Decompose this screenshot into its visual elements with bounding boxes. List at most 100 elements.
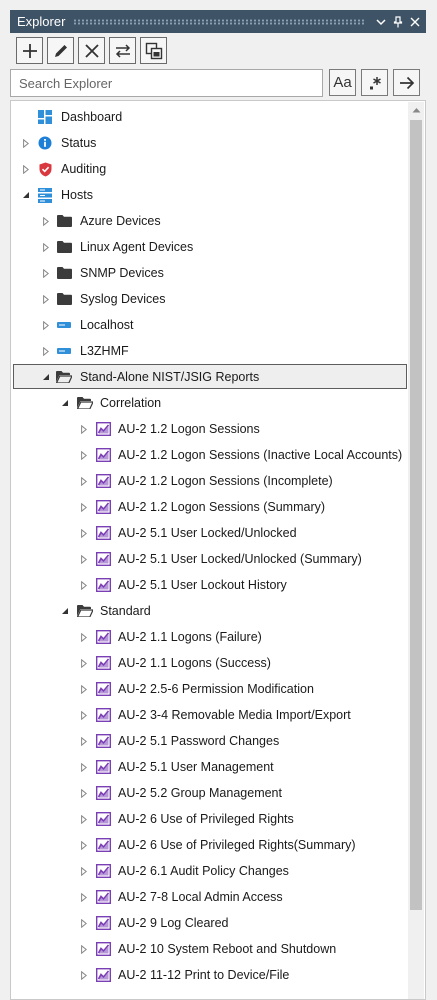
- collapsed-arrow-icon[interactable]: [41, 242, 51, 252]
- tree-item-label: Standard: [100, 604, 151, 618]
- collapsed-arrow-icon[interactable]: [79, 554, 89, 564]
- tree-item[interactable]: AU-2 6 Use of Privileged Rights(Summary): [11, 832, 409, 858]
- tree-item[interactable]: AU-2 7-8 Local Admin Access: [11, 884, 409, 910]
- collapsed-arrow-icon[interactable]: [41, 216, 51, 226]
- tree-item[interactable]: Auditing: [11, 156, 409, 182]
- tree-item[interactable]: Status: [11, 130, 409, 156]
- tree-item[interactable]: AU-2 5.1 User Locked/Unlocked: [11, 520, 409, 546]
- report-icon: [95, 811, 111, 827]
- tree-item[interactable]: Correlation: [11, 390, 409, 416]
- collapsed-arrow-icon[interactable]: [21, 138, 31, 148]
- pin-icon[interactable]: [389, 13, 406, 30]
- tree-item[interactable]: SNMP Devices: [11, 260, 409, 286]
- tree-item[interactable]: Linux Agent Devices: [11, 234, 409, 260]
- edit-button[interactable]: [47, 37, 74, 64]
- tree-item[interactable]: AU-2 9 Log Cleared: [11, 910, 409, 936]
- tree-item-label: AU-2 5.1 User Management: [118, 760, 274, 774]
- tree-item[interactable]: AU-2 5.1 User Lockout History: [11, 572, 409, 598]
- tree-item-label: AU-2 6 Use of Privileged Rights: [118, 812, 294, 826]
- collapsed-arrow-icon[interactable]: [79, 788, 89, 798]
- delete-button[interactable]: [78, 37, 105, 64]
- collapsed-arrow-icon[interactable]: [79, 944, 89, 954]
- explorer-tree[interactable]: Dashboard Status Auditing Hosts Azure Device…: [10, 100, 426, 1000]
- collapsed-arrow-icon[interactable]: [79, 580, 89, 590]
- expanded-arrow-icon[interactable]: [60, 398, 70, 408]
- expanded-arrow-icon[interactable]: [41, 372, 51, 382]
- tree-item[interactable]: Stand-Alone NIST/JSIG Reports: [13, 364, 407, 389]
- folder-open-icon: [77, 395, 93, 411]
- collapsed-arrow-icon[interactable]: [79, 710, 89, 720]
- collapsed-arrow-icon[interactable]: [79, 918, 89, 928]
- regex-button[interactable]: [361, 69, 388, 96]
- collapsed-arrow-icon[interactable]: [79, 424, 89, 434]
- drag-grip[interactable]: [73, 18, 364, 25]
- collapsed-arrow-icon[interactable]: [79, 892, 89, 902]
- report-icon: [95, 421, 111, 437]
- folder-open-icon: [56, 369, 72, 385]
- expanded-arrow-icon[interactable]: [21, 190, 31, 200]
- tree-item[interactable]: AU-2 1.2 Logon Sessions: [11, 416, 409, 442]
- scrollbar-thumb[interactable]: [410, 120, 422, 910]
- tree-item[interactable]: AU-2 1.2 Logon Sessions (Summary): [11, 494, 409, 520]
- report-icon: [95, 525, 111, 541]
- add-button[interactable]: [16, 37, 43, 64]
- report-icon: [95, 759, 111, 775]
- tree-item[interactable]: Syslog Devices: [11, 286, 409, 312]
- tree-item[interactable]: AU-2 6.1 Audit Policy Changes: [11, 858, 409, 884]
- tree-item[interactable]: AU-2 3-4 Removable Media Import/Export: [11, 702, 409, 728]
- collapsed-arrow-icon[interactable]: [79, 736, 89, 746]
- collapsed-arrow-icon[interactable]: [79, 970, 89, 980]
- vertical-scrollbar[interactable]: [408, 102, 424, 999]
- tree-item-label: SNMP Devices: [80, 266, 164, 280]
- tree-item[interactable]: Hosts: [11, 182, 409, 208]
- tree-item[interactable]: Azure Devices: [11, 208, 409, 234]
- collapsed-arrow-icon[interactable]: [41, 320, 51, 330]
- tree-item[interactable]: AU-2 1.2 Logon Sessions (Inactive Local …: [11, 442, 409, 468]
- tree-item-label: AU-2 1.2 Logon Sessions (Inactive Local …: [118, 448, 403, 462]
- collapsed-arrow-icon[interactable]: [79, 658, 89, 668]
- collapsed-arrow-icon[interactable]: [79, 502, 89, 512]
- collapsed-arrow-icon[interactable]: [79, 866, 89, 876]
- collapsed-arrow-icon[interactable]: [79, 528, 89, 538]
- chevron-down-icon[interactable]: [372, 13, 389, 30]
- tree-item[interactable]: AU-2 1.2 Logon Sessions (Incomplete): [11, 468, 409, 494]
- tree-item[interactable]: AU-2 6 Use of Privileged Rights: [11, 806, 409, 832]
- tree-item[interactable]: AU-2 5.2 Group Management: [11, 780, 409, 806]
- search-input[interactable]: [10, 69, 323, 97]
- collapsed-arrow-icon[interactable]: [79, 632, 89, 642]
- tree-item[interactable]: L3ZHMF: [11, 338, 409, 364]
- close-icon[interactable]: [406, 13, 423, 30]
- collapsed-arrow-icon[interactable]: [21, 164, 31, 174]
- collapsed-arrow-icon[interactable]: [79, 840, 89, 850]
- tree-item[interactable]: AU-2 1.1 Logons (Failure): [11, 624, 409, 650]
- scroll-up-icon[interactable]: [408, 102, 424, 118]
- folder-icon: [56, 265, 72, 281]
- folder-open-icon: [77, 603, 93, 619]
- collapsed-arrow-icon[interactable]: [41, 294, 51, 304]
- tree-item[interactable]: Dashboard: [11, 104, 409, 130]
- tree-item[interactable]: AU-2 2.5-6 Permission Modification: [11, 676, 409, 702]
- tree-item[interactable]: Standard: [11, 598, 409, 624]
- tree-item[interactable]: Localhost: [11, 312, 409, 338]
- expanded-arrow-icon[interactable]: [60, 606, 70, 616]
- tree-item[interactable]: AU-2 5.1 Password Changes: [11, 728, 409, 754]
- report-icon: [95, 785, 111, 801]
- collapsed-arrow-icon[interactable]: [79, 814, 89, 824]
- report-icon: [95, 473, 111, 489]
- collapsed-arrow-icon[interactable]: [79, 450, 89, 460]
- tree-item[interactable]: AU-2 10 System Reboot and Shutdown: [11, 936, 409, 962]
- tree-item[interactable]: AU-2 11-12 Print to Device/File: [11, 962, 409, 988]
- copy-button[interactable]: [140, 37, 167, 64]
- collapsed-arrow-icon[interactable]: [79, 684, 89, 694]
- go-button[interactable]: [393, 69, 420, 96]
- collapsed-arrow-icon[interactable]: [79, 476, 89, 486]
- collapsed-arrow-icon[interactable]: [41, 346, 51, 356]
- match-case-button[interactable]: Aa: [329, 69, 356, 96]
- tree-item[interactable]: AU-2 5.1 User Management: [11, 754, 409, 780]
- move-button[interactable]: [109, 37, 136, 64]
- collapsed-arrow-icon[interactable]: [79, 762, 89, 772]
- tree-item-label: AU-2 6.1 Audit Policy Changes: [118, 864, 289, 878]
- collapsed-arrow-icon[interactable]: [41, 268, 51, 278]
- tree-item[interactable]: AU-2 5.1 User Locked/Unlocked (Summary): [11, 546, 409, 572]
- tree-item[interactable]: AU-2 1.1 Logons (Success): [11, 650, 409, 676]
